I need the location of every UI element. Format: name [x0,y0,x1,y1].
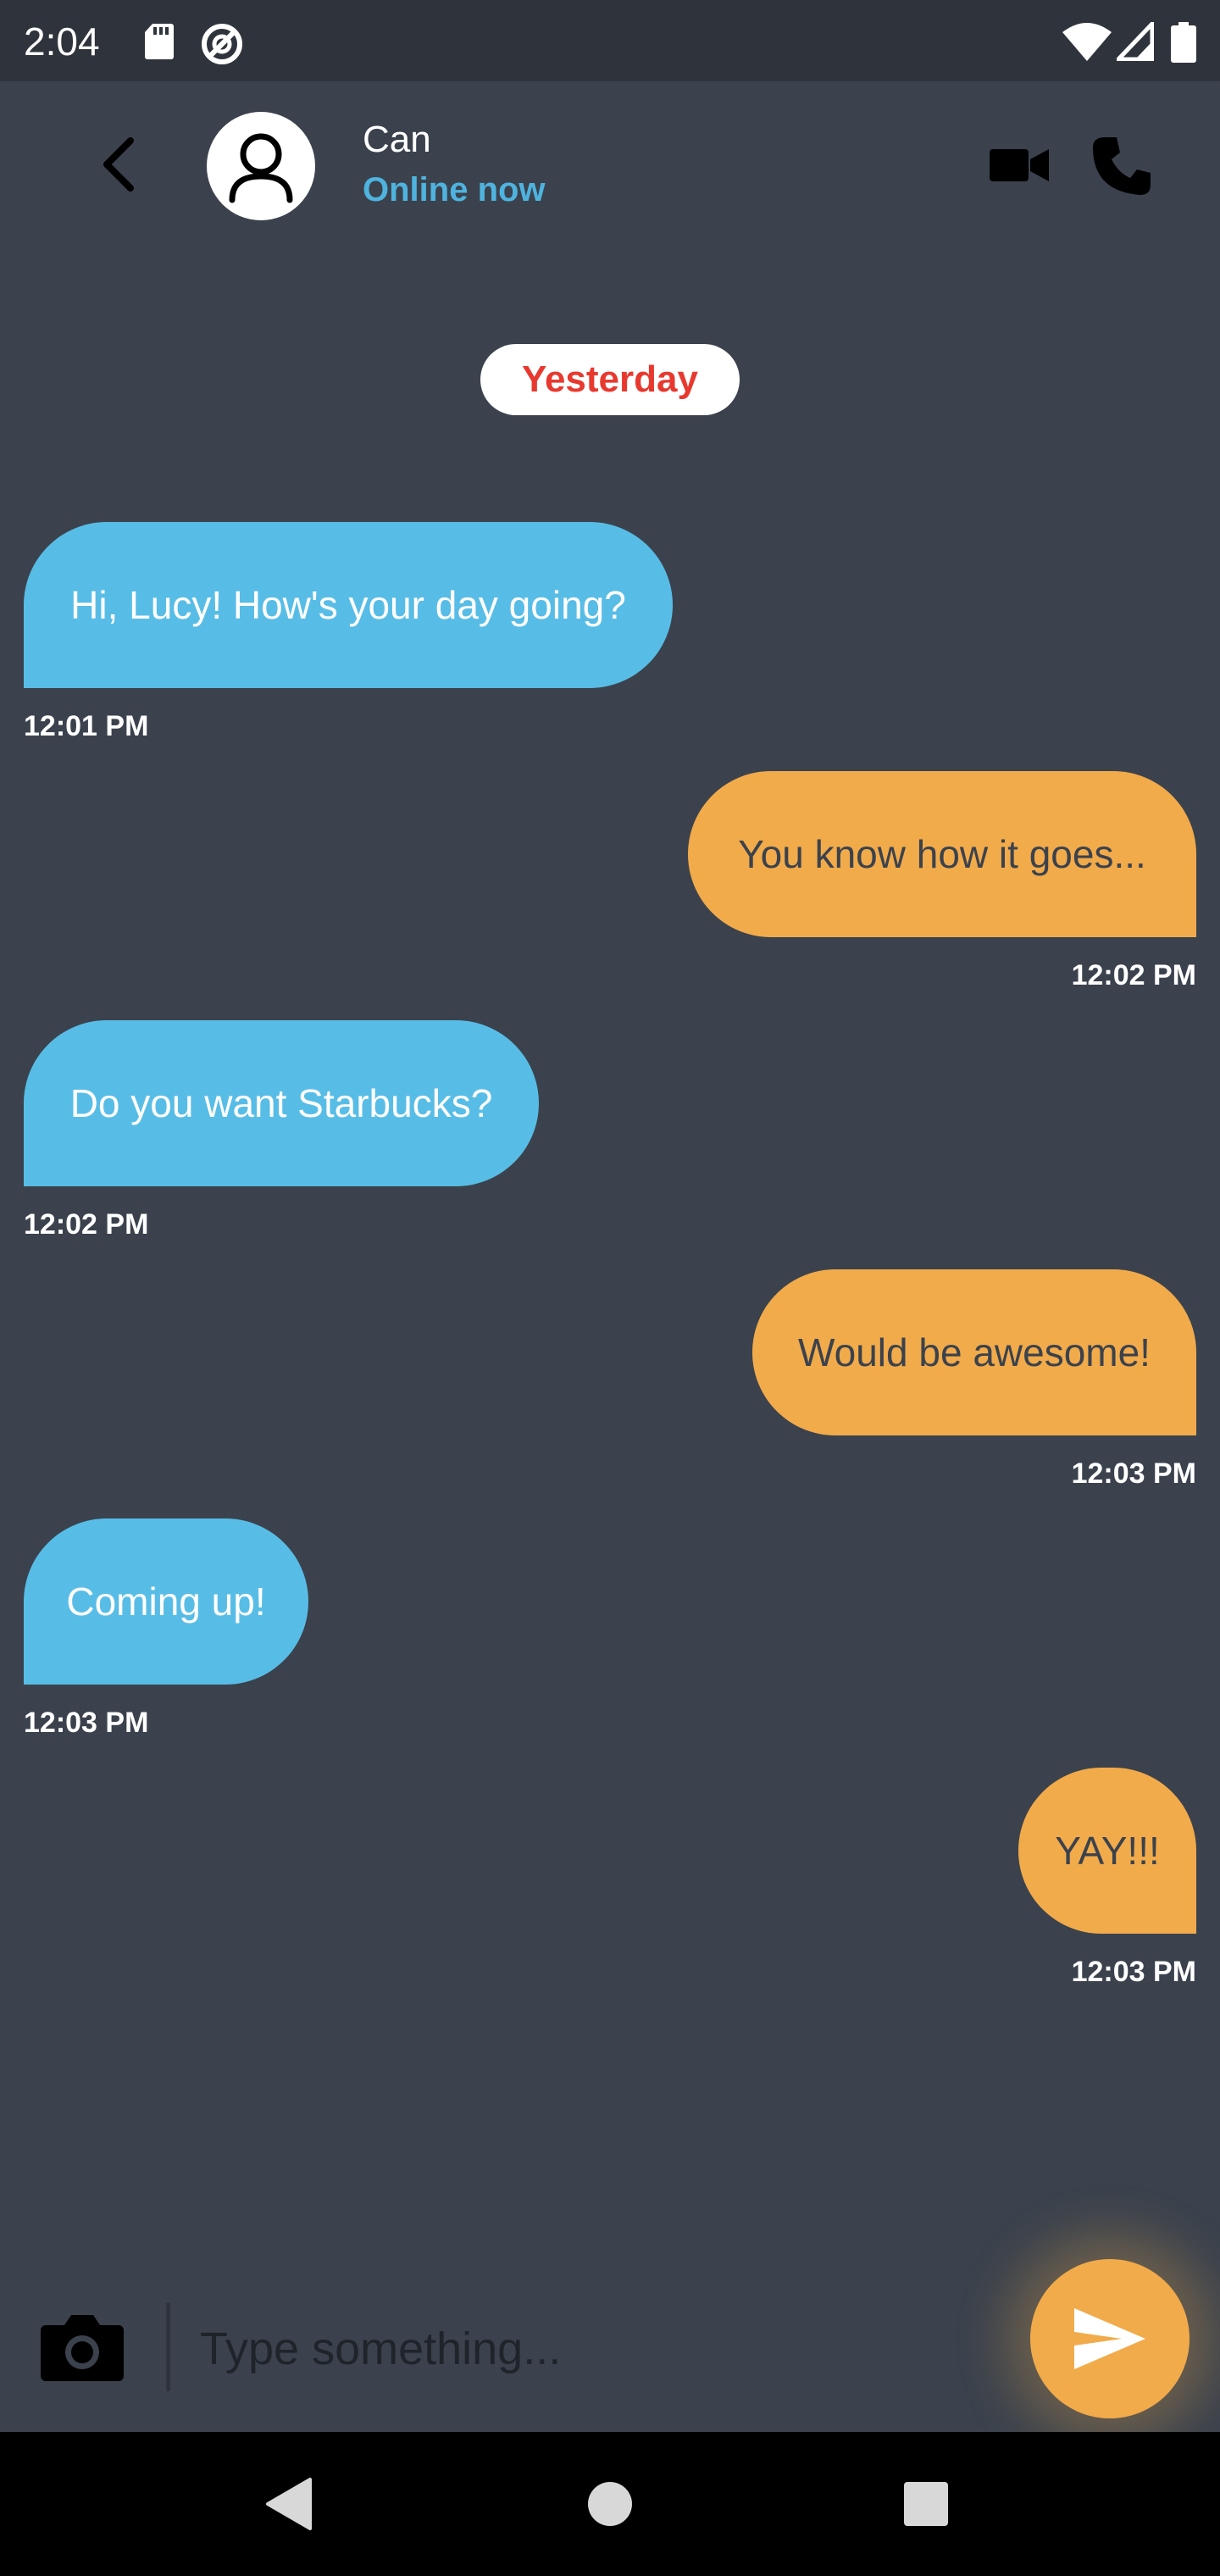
message-bubble-outgoing[interactable]: YAY!!! [1018,1768,1196,1934]
message-timestamp: 12:03 PM [24,1707,149,1739]
send-icon [1074,2308,1145,2369]
send-button[interactable] [1030,2259,1190,2418]
message-timestamp: 12:02 PM [24,1208,149,1241]
avatar[interactable] [207,112,315,220]
back-arrow-icon[interactable] [88,132,152,197]
camera-icon[interactable] [39,2313,125,2383]
message-bubble-incoming[interactable]: Hi, Lucy! How's your day going? [24,522,673,688]
contact-status: Online now [363,171,546,208]
chat-header: Can Online now [0,81,1220,251]
message-bubble-incoming[interactable]: Do you want Starbucks? [24,1020,539,1186]
composer-divider [166,2303,170,2391]
video-camera-icon[interactable] [990,142,1051,188]
nav-recents-icon[interactable] [896,2474,956,2534]
date-divider: Yesterday [480,344,740,415]
nav-home-icon[interactable] [580,2474,640,2534]
avatar-person-icon [229,133,293,203]
message-bubble-outgoing[interactable]: You know how it goes... [688,771,1196,937]
do-not-disturb-icon [202,24,242,64]
phone-icon[interactable] [1088,132,1156,200]
message-timestamp: 12:03 PM [1071,1956,1196,1988]
message-timestamp: 12:03 PM [1071,1457,1196,1490]
navigation-bar [0,2432,1220,2576]
message-bubble-incoming[interactable]: Coming up! [24,1518,308,1685]
message-input[interactable] [200,2313,979,2384]
battery-icon [1171,22,1196,63]
message-bubble-outgoing[interactable]: Would be awesome! [752,1269,1196,1435]
sd-card-icon [145,24,174,59]
wifi-icon [1062,23,1112,61]
message-timestamp: 12:02 PM [1071,959,1196,991]
signal-icon [1117,22,1154,61]
status-bar: 2:04 [0,0,1220,81]
status-time: 2:04 [24,19,100,64]
contact-name: Can [363,119,431,160]
message-timestamp: 12:01 PM [24,710,149,742]
nav-back-icon[interactable] [261,2474,320,2534]
message-composer [0,2237,1220,2432]
